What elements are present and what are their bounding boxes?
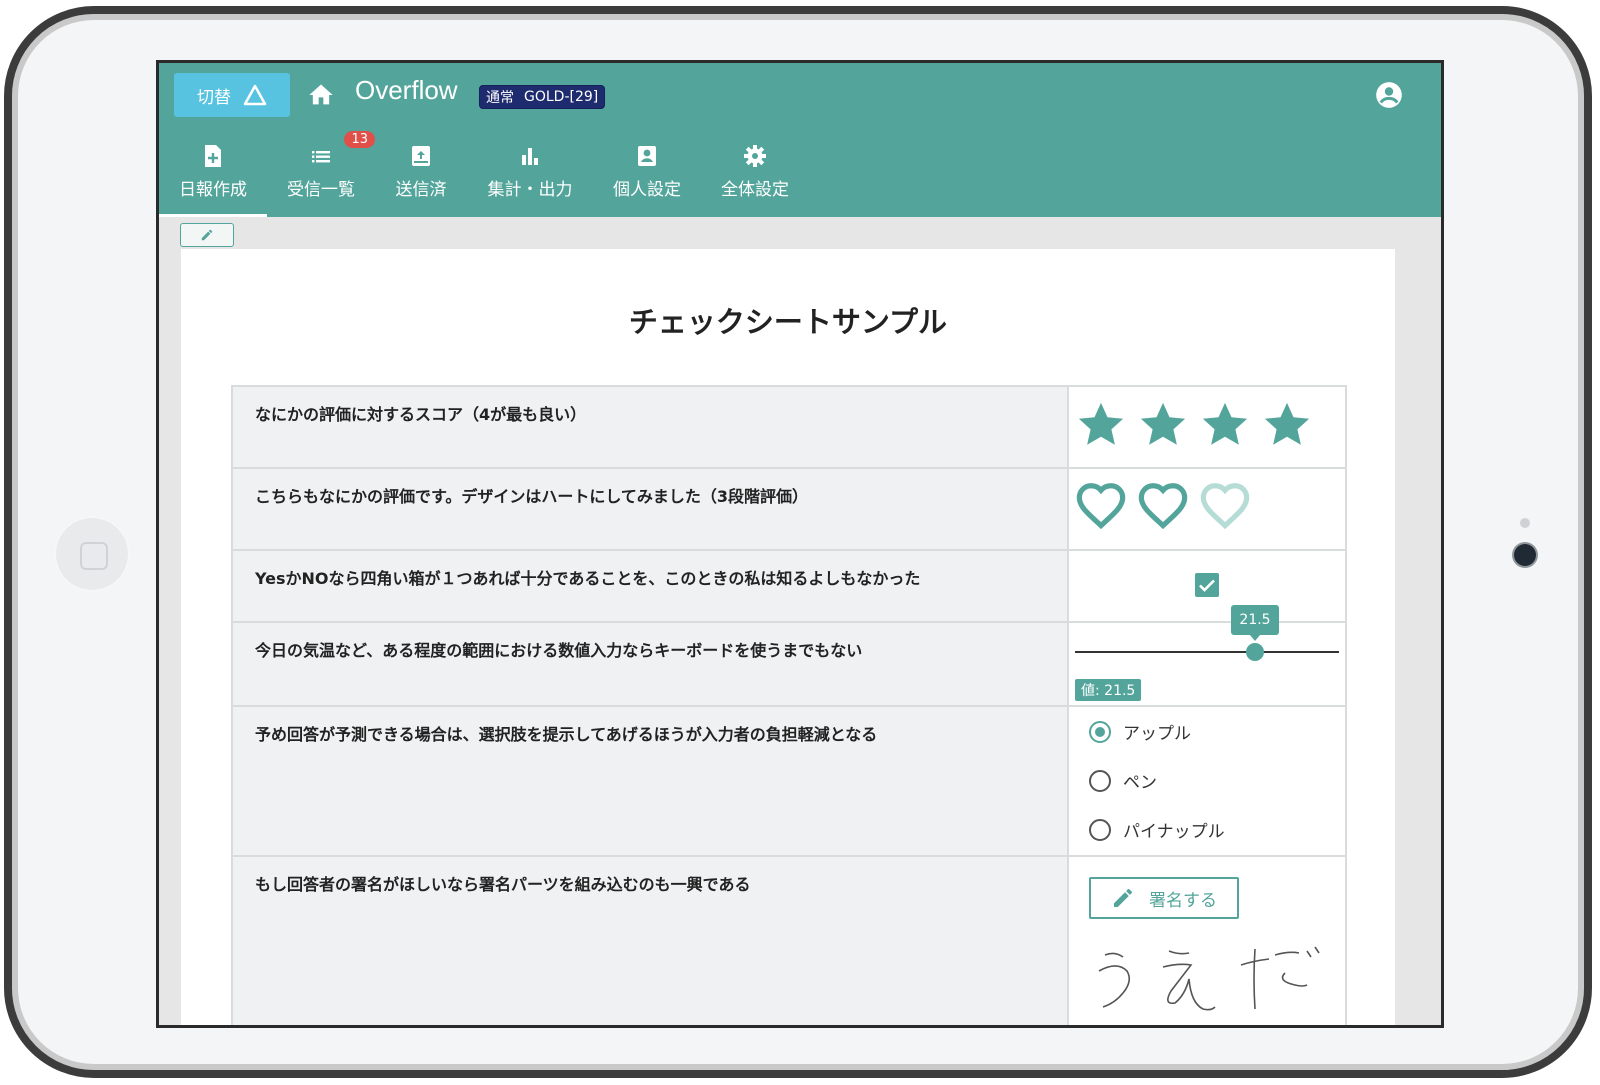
slider-value-label: 値: 21.5 bbox=[1075, 679, 1142, 701]
app-screen: 切替 Overflow 通常 GOLD-[29] 日報作成 受信一覧 13 送信… bbox=[156, 60, 1444, 1028]
radio-option-pen[interactable]: ペン bbox=[1069, 756, 1345, 805]
star-rating bbox=[1067, 385, 1347, 469]
form-row: 予め回答が予測できる場合は、選択肢を提示してあげるほうが入力者の負担軽減となる … bbox=[231, 705, 1347, 857]
tablet-home-button bbox=[54, 516, 130, 592]
tablet-sensor bbox=[1520, 518, 1530, 528]
edit-button[interactable] bbox=[180, 223, 234, 247]
temperature-slider-track[interactable] bbox=[1075, 651, 1339, 653]
tab-personal-settings[interactable]: 個人設定 bbox=[593, 137, 701, 217]
radio-label: ペン bbox=[1123, 773, 1157, 793]
heart-icon[interactable] bbox=[1137, 481, 1189, 529]
triangle-icon bbox=[243, 84, 267, 106]
main-nav: 日報作成 受信一覧 13 送信済 集計・出力 個人設定 全体設定 bbox=[159, 131, 809, 217]
radio-button[interactable] bbox=[1089, 818, 1111, 841]
tab-sent[interactable]: 送信済 bbox=[375, 137, 467, 217]
switch-button[interactable]: 切替 bbox=[174, 73, 290, 117]
account-box-icon bbox=[638, 146, 656, 166]
star-icon[interactable] bbox=[1261, 399, 1313, 451]
star-icon[interactable] bbox=[1199, 399, 1251, 451]
tab-new-report[interactable]: 日報作成 bbox=[159, 137, 267, 217]
switch-button-label: 切替 bbox=[197, 87, 231, 108]
form-row: 今日の気温など、ある程度の範囲における数値入力ならキーボードを使うまでもない 2… bbox=[231, 605, 1347, 707]
outbox-icon bbox=[412, 146, 430, 166]
tab-inbox[interactable]: 受信一覧 13 bbox=[267, 131, 375, 217]
star-icon[interactable] bbox=[1075, 399, 1127, 451]
app-title: Overflow bbox=[355, 75, 458, 105]
signature-cell: 署名する bbox=[1067, 855, 1347, 1025]
radio-label: アップル bbox=[1123, 724, 1191, 744]
question-label: 予め回答が予測できる場合は、選択肢を提示してあげるほうが入力者の負担軽減となる bbox=[231, 705, 1069, 857]
heart-icon[interactable] bbox=[1199, 481, 1251, 529]
pencil-icon bbox=[201, 229, 213, 241]
check-icon bbox=[1199, 579, 1215, 592]
tab-label: 送信済 bbox=[395, 180, 447, 200]
radio-button[interactable] bbox=[1089, 769, 1111, 792]
heart-rating bbox=[1067, 467, 1347, 551]
signature-image bbox=[1098, 946, 1320, 1011]
plan-mode: 通常 bbox=[486, 90, 514, 106]
tab-label: 個人設定 bbox=[613, 180, 681, 200]
form-table: なにかの評価に対するスコア（4が最も良い） こちらもなにかの評価です。デザインは… bbox=[231, 385, 1347, 1025]
question-label: YesかNOなら四角い箱が１つあれば十分であることを、このときの私は知るよしもな… bbox=[231, 549, 1069, 623]
radio-button[interactable] bbox=[1089, 720, 1111, 743]
slider-cell: 21.5 値: 21.5 bbox=[1067, 605, 1347, 707]
radio-group: アップル ペン パイナップル bbox=[1067, 705, 1347, 857]
check-sheet: チェックシートサンプル なにかの評価に対するスコア（4が最も良い） こちらもなに… bbox=[181, 249, 1395, 1025]
home-icon[interactable] bbox=[307, 81, 335, 109]
slider-thumb[interactable] bbox=[1246, 643, 1264, 661]
new-report-icon bbox=[205, 145, 221, 167]
question-label: なにかの評価に対するスコア（4が最も良い） bbox=[231, 385, 1069, 469]
list-icon bbox=[312, 151, 330, 163]
sign-button[interactable]: 署名する bbox=[1089, 877, 1239, 919]
form-row: もし回答者の署名がほしいなら署名パーツを組み込むのも一興である 署名する bbox=[231, 855, 1347, 1025]
sheet-title: チェックシートサンプル bbox=[628, 305, 948, 339]
tab-label: 集計・出力 bbox=[487, 180, 573, 200]
tab-global-settings[interactable]: 全体設定 bbox=[701, 137, 809, 217]
bar-chart-icon bbox=[522, 148, 538, 165]
tab-label: 受信一覧 bbox=[287, 180, 355, 200]
tab-label: 日報作成 bbox=[179, 180, 247, 200]
yes-checkbox[interactable] bbox=[1195, 573, 1219, 597]
star-icon[interactable] bbox=[1137, 399, 1189, 451]
plan-badge: 通常 GOLD-[29] bbox=[479, 85, 606, 109]
radio-option-apple[interactable]: アップル bbox=[1069, 707, 1345, 756]
radio-option-pineapple[interactable]: パイナップル bbox=[1069, 805, 1345, 854]
question-label: もし回答者の署名がほしいなら署名パーツを組み込むのも一興である bbox=[231, 855, 1069, 1025]
form-row: YesかNOなら四角い箱が１つあれば十分であることを、このときの私は知るよしもな… bbox=[231, 549, 1347, 623]
plan-name: GOLD-[29] bbox=[524, 89, 599, 105]
top-bar: 切替 Overflow 通常 GOLD-[29] 日報作成 受信一覧 13 送信… bbox=[159, 63, 1441, 217]
slider-tooltip: 21.5 bbox=[1231, 605, 1279, 641]
tab-label: 全体設定 bbox=[721, 180, 789, 200]
tablet-camera bbox=[1514, 544, 1536, 566]
unread-count-badge: 13 bbox=[344, 131, 375, 148]
question-label: 今日の気温など、ある程度の範囲における数値入力ならキーボードを使うまでもない bbox=[231, 621, 1069, 707]
sign-button-label: 署名する bbox=[1149, 890, 1217, 911]
form-row: なにかの評価に対するスコア（4が最も良い） bbox=[231, 385, 1347, 469]
tab-reports[interactable]: 集計・出力 bbox=[467, 137, 593, 217]
radio-label: パイナップル bbox=[1123, 822, 1225, 842]
heart-icon[interactable] bbox=[1075, 481, 1127, 529]
gear-icon bbox=[744, 145, 766, 167]
checkbox-cell bbox=[1067, 549, 1347, 623]
account-circle-icon[interactable] bbox=[1375, 81, 1403, 109]
form-row: こちらもなにかの評価です。デザインはハートにしてみました（3段階評価） bbox=[231, 467, 1347, 551]
question-label: こちらもなにかの評価です。デザインはハートにしてみました（3段階評価） bbox=[231, 467, 1069, 551]
pencil-icon bbox=[1114, 888, 1133, 907]
